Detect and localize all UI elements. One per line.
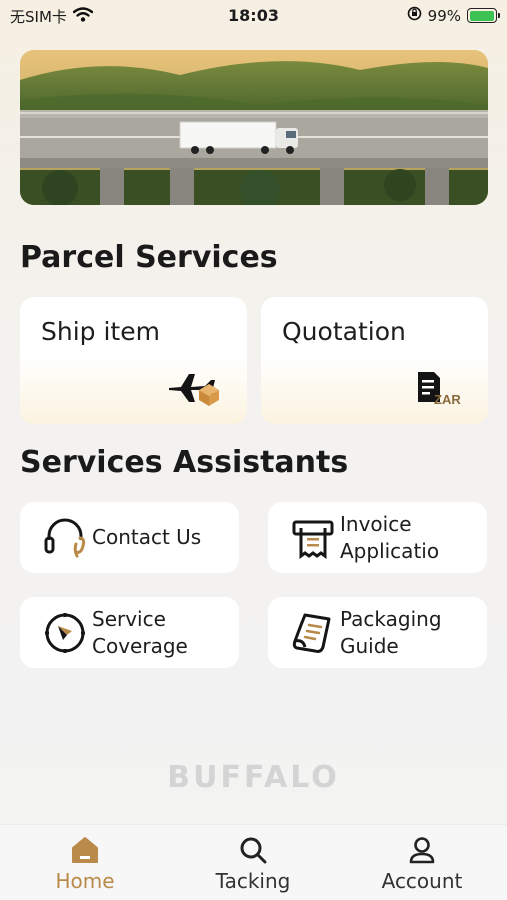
tab-bar: Home Tacking Account (0, 824, 507, 900)
packaging-guide-label: Packaging Guide (340, 606, 442, 658)
quotation-card[interactable]: Quotation ZAR (261, 297, 488, 424)
tab-account-label: Account (381, 869, 463, 893)
svg-text:ZAR: ZAR (434, 392, 461, 406)
service-coverage-label: Service Coverage (92, 606, 188, 658)
tab-tracking-label: Tacking (215, 869, 291, 893)
status-bar: 无SIM卡 18:03 99% (0, 0, 507, 30)
service-coverage-card[interactable]: Service Coverage (20, 597, 239, 668)
packaging-guide-card[interactable]: Packaging Guide (268, 597, 487, 668)
status-right: 99% (407, 6, 500, 25)
ship-item-card[interactable]: Ship item (20, 297, 247, 424)
battery-percent: 99% (427, 6, 461, 25)
tab-tracking[interactable]: Tacking (193, 835, 313, 893)
ship-item-label: Ship item (41, 317, 160, 346)
zar-document-icon: ZAR (416, 370, 464, 410)
search-icon (193, 835, 313, 865)
invoice-application-label: Invoice Applicatio (340, 511, 440, 563)
contact-us-card[interactable]: Contact Us (20, 502, 239, 573)
promo-banner[interactable] (20, 50, 488, 205)
headset-icon (43, 516, 87, 560)
orientation-lock-icon (407, 6, 422, 25)
compass-icon (43, 611, 87, 655)
tab-home-label: Home (55, 869, 115, 893)
contact-us-label: Contact Us (92, 525, 202, 549)
invoice-printer-icon (291, 516, 335, 560)
quotation-label: Quotation (282, 317, 406, 346)
parcel-services-title: Parcel Services (20, 240, 278, 275)
user-icon (362, 835, 482, 865)
invoice-application-card[interactable]: Invoice Applicatio (268, 502, 487, 573)
tab-account[interactable]: Account (362, 835, 482, 893)
home-icon (25, 835, 145, 865)
assistants-title: Services Assistants (20, 445, 349, 480)
scroll-icon (291, 611, 335, 655)
highway-truck-photo (20, 50, 488, 205)
battery-icon (467, 8, 500, 23)
brand-logo: BUFFALO (167, 760, 340, 795)
plane-parcel-icon (167, 370, 223, 410)
tab-home[interactable]: Home (25, 835, 145, 893)
